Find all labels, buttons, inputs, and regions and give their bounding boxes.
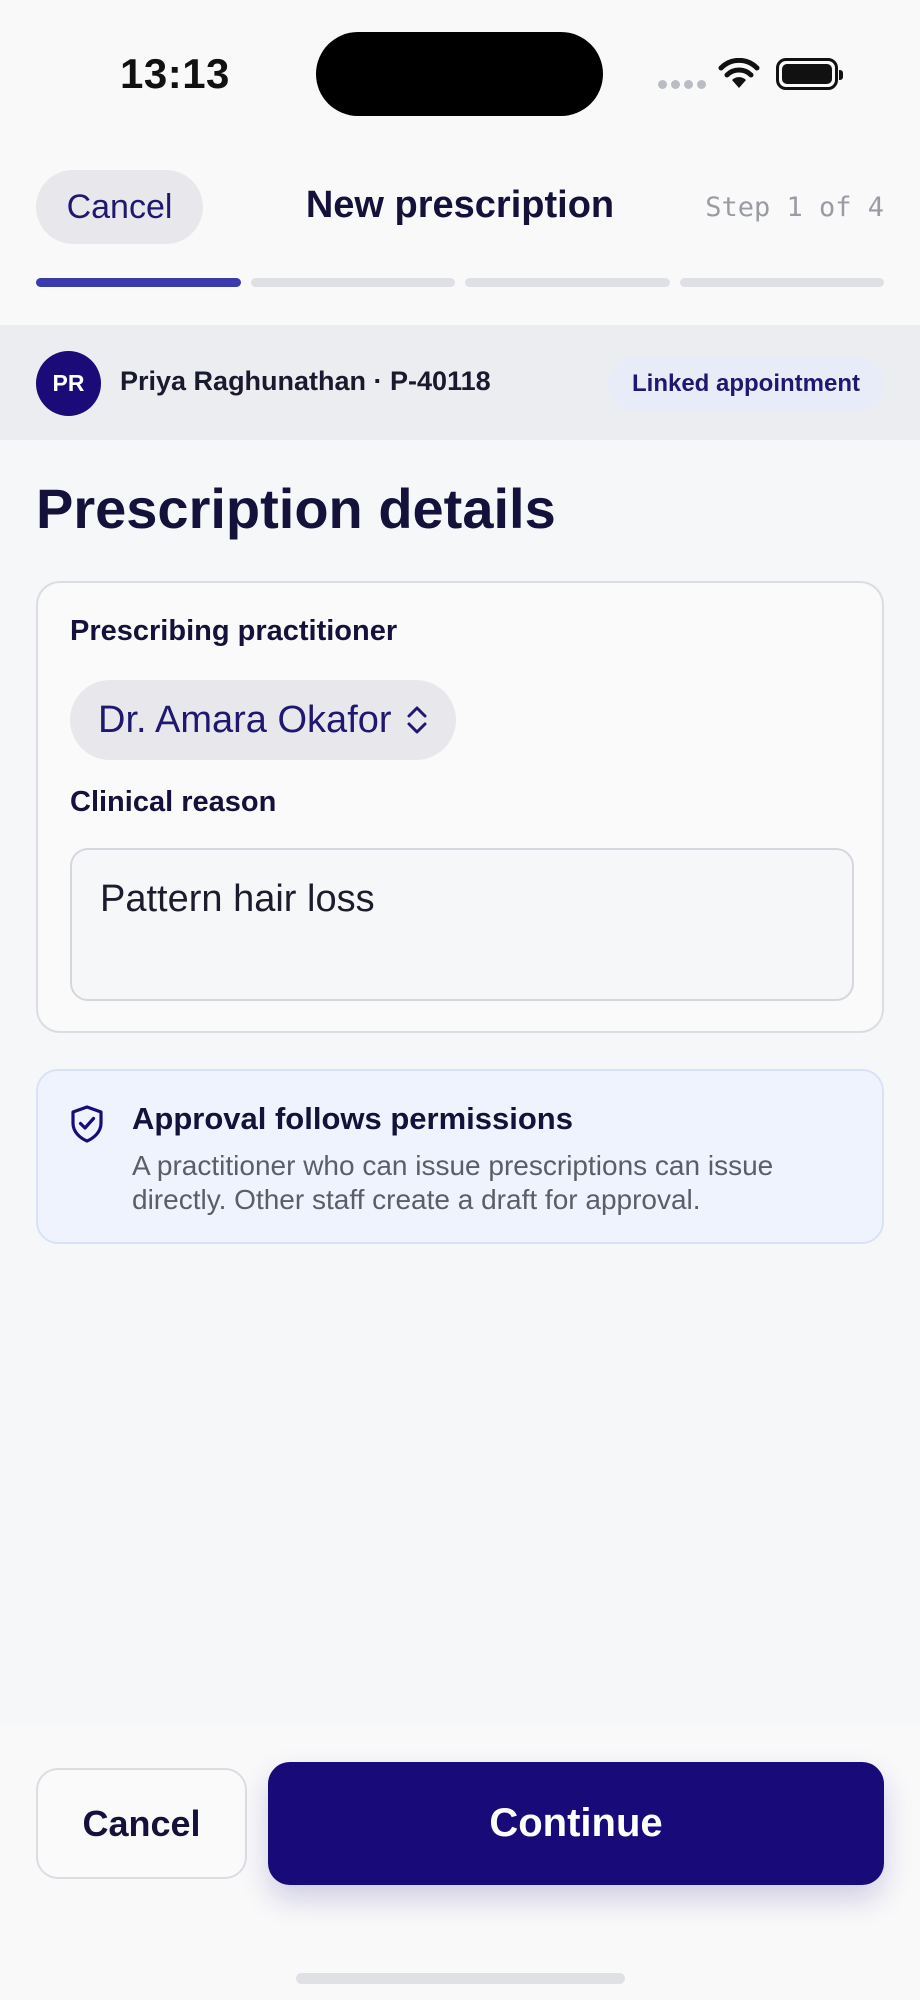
home-indicator[interactable] xyxy=(296,1973,625,1984)
cellular-signal-icon xyxy=(658,80,706,89)
bottom-action-bar: Cancel Continue xyxy=(0,1725,920,2000)
permissions-callout: Approval follows permissions A practitio… xyxy=(36,1069,884,1244)
cancel-button[interactable]: Cancel xyxy=(36,1768,247,1879)
step-progress-bar xyxy=(36,278,884,287)
progress-segment-4 xyxy=(679,278,884,287)
chevron-up-down-icon xyxy=(407,706,427,734)
progress-segment-3 xyxy=(465,278,670,287)
step-indicator: Step 1 of 4 xyxy=(705,192,884,223)
callout-title: Approval follows permissions xyxy=(132,1101,573,1136)
prescription-details-card: Prescribing practitioner Dr. Amara Okafo… xyxy=(36,581,884,1033)
patient-name: Priya Raghunathan · P-40118 xyxy=(120,366,491,396)
section-title: Prescription details xyxy=(36,477,556,540)
linked-appointment-badge[interactable]: Linked appointment xyxy=(608,357,884,411)
continue-button[interactable]: Continue xyxy=(268,1762,884,1885)
battery-icon xyxy=(776,58,843,90)
dynamic-island xyxy=(316,32,603,116)
clinical-reason-input[interactable]: Pattern hair loss xyxy=(70,848,854,1001)
practitioner-value: Dr. Amara Okafor xyxy=(98,698,392,741)
callout-body: A practitioner who can issue prescriptio… xyxy=(132,1150,774,1215)
progress-segment-1 xyxy=(36,278,241,287)
status-bar: 13:13 xyxy=(0,0,920,150)
header: Cancel New prescription Step 1 of 4 xyxy=(0,150,920,325)
practitioner-select[interactable]: Dr. Amara Okafor xyxy=(70,680,456,760)
patient-banner: PR Priya Raghunathan · P-40118 Linked ap… xyxy=(0,325,920,440)
clinical-reason-label: Clinical reason xyxy=(70,786,277,818)
patient-avatar: PR xyxy=(36,351,101,416)
practitioner-label: Prescribing practitioner xyxy=(70,615,398,647)
shield-check-icon xyxy=(71,1105,103,1143)
wifi-icon xyxy=(718,58,760,88)
status-time: 13:13 xyxy=(120,50,230,97)
progress-segment-2 xyxy=(250,278,455,287)
